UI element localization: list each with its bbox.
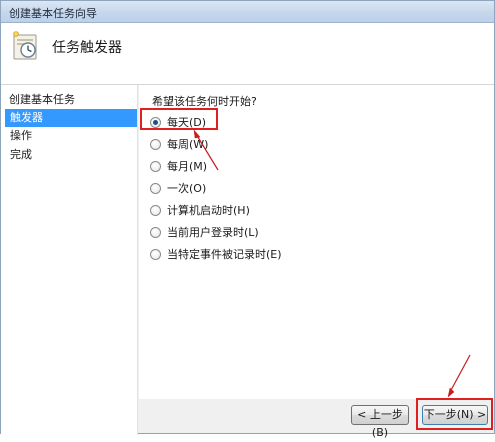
radio-button[interactable] [150, 138, 161, 150]
annotation-box-next [416, 398, 493, 430]
page-title: 任务触发器 [52, 40, 122, 56]
wizard-window: 创建基本任务向导 任务触发器 创建基本任务 触发器 操作 完成 希望该任务何时开… [0, 0, 495, 439]
radio-label: 当特定事件被记录时(E) [167, 248, 282, 261]
wizard-sidebar: 创建基本任务 触发器 操作 完成 [1, 85, 138, 435]
sidebar-item-finish[interactable]: 完成 [5, 146, 137, 164]
radio-button[interactable] [150, 182, 161, 194]
radio-button[interactable] [150, 204, 161, 216]
annotation-box-daily [140, 108, 218, 130]
window-title: 创建基本任务向导 [9, 7, 97, 20]
radio-button[interactable] [150, 226, 161, 238]
sidebar-item-trigger[interactable]: 触发器 [5, 109, 137, 127]
sidebar-heading: 创建基本任务 [9, 93, 75, 106]
radio-once[interactable]: 一次(O) [150, 179, 206, 197]
radio-label: 每周(W) [167, 138, 209, 151]
radio-monthly[interactable]: 每月(M) [150, 157, 207, 175]
task-clock-icon [13, 31, 37, 60]
radio-label: 当前用户登录时(L) [167, 226, 259, 239]
start-question: 希望该任务何时开始? [152, 95, 257, 108]
radio-label: 每月(M) [167, 160, 208, 173]
wizard-header: 任务触发器 [1, 23, 494, 85]
radio-at-startup[interactable]: 计算机启动时(H) [150, 201, 250, 219]
trigger-content: 希望该任务何时开始? 每天(D) 每周(W) 每月(M) 一次(O) 计算机启动… [139, 85, 494, 399]
radio-button[interactable] [150, 248, 161, 260]
radio-label: 一次(O) [167, 182, 207, 195]
radio-button[interactable] [150, 160, 161, 172]
title-bar: 创建基本任务向导 [1, 1, 494, 23]
sidebar-item-action[interactable]: 操作 [5, 127, 137, 145]
radio-label: 计算机启动时(H) [167, 204, 250, 217]
radio-on-event[interactable]: 当特定事件被记录时(E) [150, 245, 282, 263]
radio-weekly[interactable]: 每周(W) [150, 135, 208, 153]
radio-at-logon[interactable]: 当前用户登录时(L) [150, 223, 259, 241]
back-button[interactable]: < 上一步(B) [351, 405, 409, 439]
